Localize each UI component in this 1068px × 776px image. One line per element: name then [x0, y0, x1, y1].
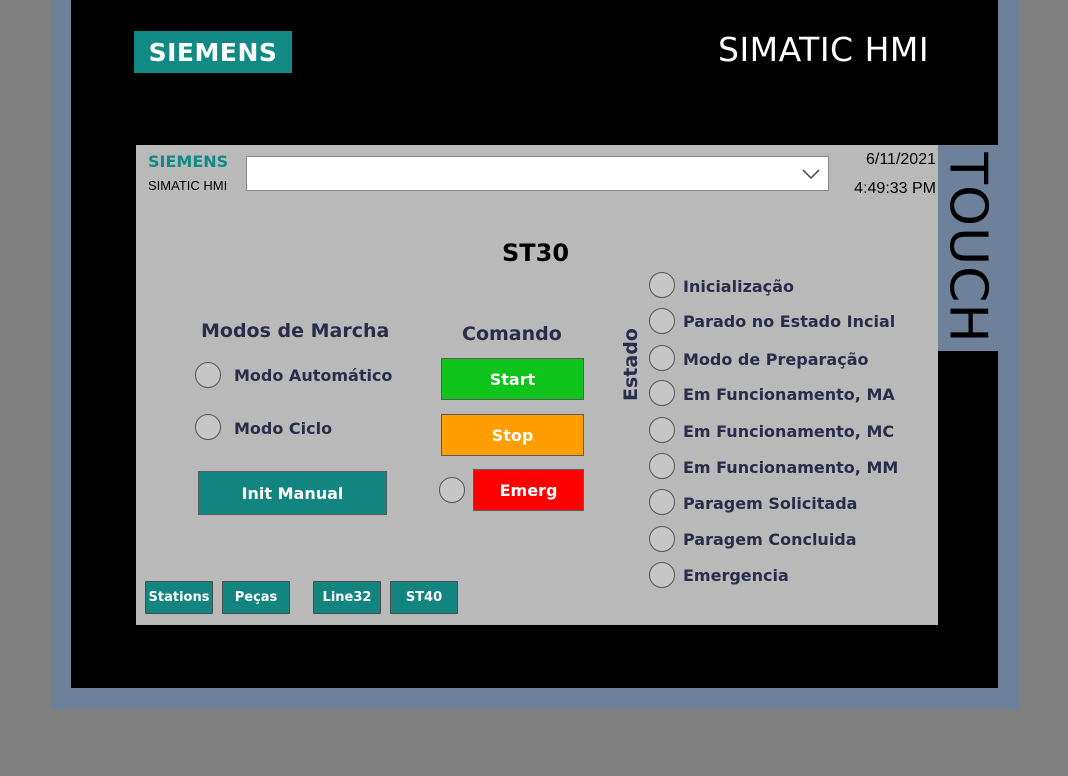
estado-lamp — [649, 308, 675, 334]
stop-button[interactable]: Stop — [441, 414, 584, 456]
date-display: 6/11/2021 — [866, 151, 936, 168]
estado-lamp — [649, 489, 675, 515]
estado-lamp — [649, 417, 675, 443]
estado-label: Em Funcionamento, MA — [683, 385, 895, 404]
siemens-logo: SIEMENS — [134, 31, 292, 73]
init-manual-button[interactable]: Init Manual — [198, 471, 387, 515]
station-title: ST30 — [502, 239, 570, 267]
estado-label: Em Funcionamento, MM — [683, 458, 899, 477]
screen-select-dropdown[interactable] — [246, 156, 829, 191]
estado-label: Em Funcionamento, MC — [683, 422, 895, 441]
touch-label: TOUCH — [936, 145, 1000, 351]
estado-label: Inicialização — [683, 277, 794, 296]
estado-lamp — [649, 380, 675, 406]
modos-title: Modos de Marcha — [201, 320, 390, 342]
comando-title: Comando — [462, 323, 562, 345]
estado-title-text: Estado — [620, 328, 642, 401]
nav-pecas-button[interactable]: Peças — [222, 581, 290, 614]
time-display: 4:49:33 PM — [854, 180, 936, 197]
nav-st40-button[interactable]: ST40 — [390, 581, 458, 614]
estado-lamp — [649, 562, 675, 588]
emerg-button[interactable]: Emerg — [473, 469, 584, 511]
estado-label: Modo de Preparação — [683, 350, 869, 369]
device-model-label: SIMATIC HMI — [718, 30, 930, 69]
modo-automatico-label: Modo Automático — [234, 366, 393, 385]
touch-label-text: TOUCH — [938, 152, 999, 344]
estado-lamp — [649, 272, 675, 298]
nav-line32-button[interactable]: Line32 — [313, 581, 381, 614]
modo-automatico-lamp — [195, 362, 221, 388]
start-button[interactable]: Start — [441, 358, 584, 400]
emerg-lamp — [439, 477, 465, 503]
chevron-down-icon — [802, 169, 820, 180]
modo-ciclo-label: Modo Ciclo — [234, 419, 333, 438]
header-subtitle: SIMATIC HMI — [148, 178, 228, 193]
estado-lamp — [649, 345, 675, 371]
estado-label: Paragem Concluida — [683, 530, 857, 549]
estado-lamp — [649, 526, 675, 552]
estado-label: Parado no Estado Incial — [683, 312, 896, 331]
estado-lamp — [649, 453, 675, 479]
hmi-screen: SIEMENS SIMATIC HMI 6/11/2021 4:49:33 PM… — [136, 145, 938, 625]
nav-stations-button[interactable]: Stations — [145, 581, 213, 614]
estado-label: Emergencia — [683, 566, 789, 585]
header-logo: SIEMENS — [148, 152, 229, 171]
modo-ciclo-lamp — [195, 414, 221, 440]
estado-label: Paragem Solicitada — [683, 494, 858, 513]
